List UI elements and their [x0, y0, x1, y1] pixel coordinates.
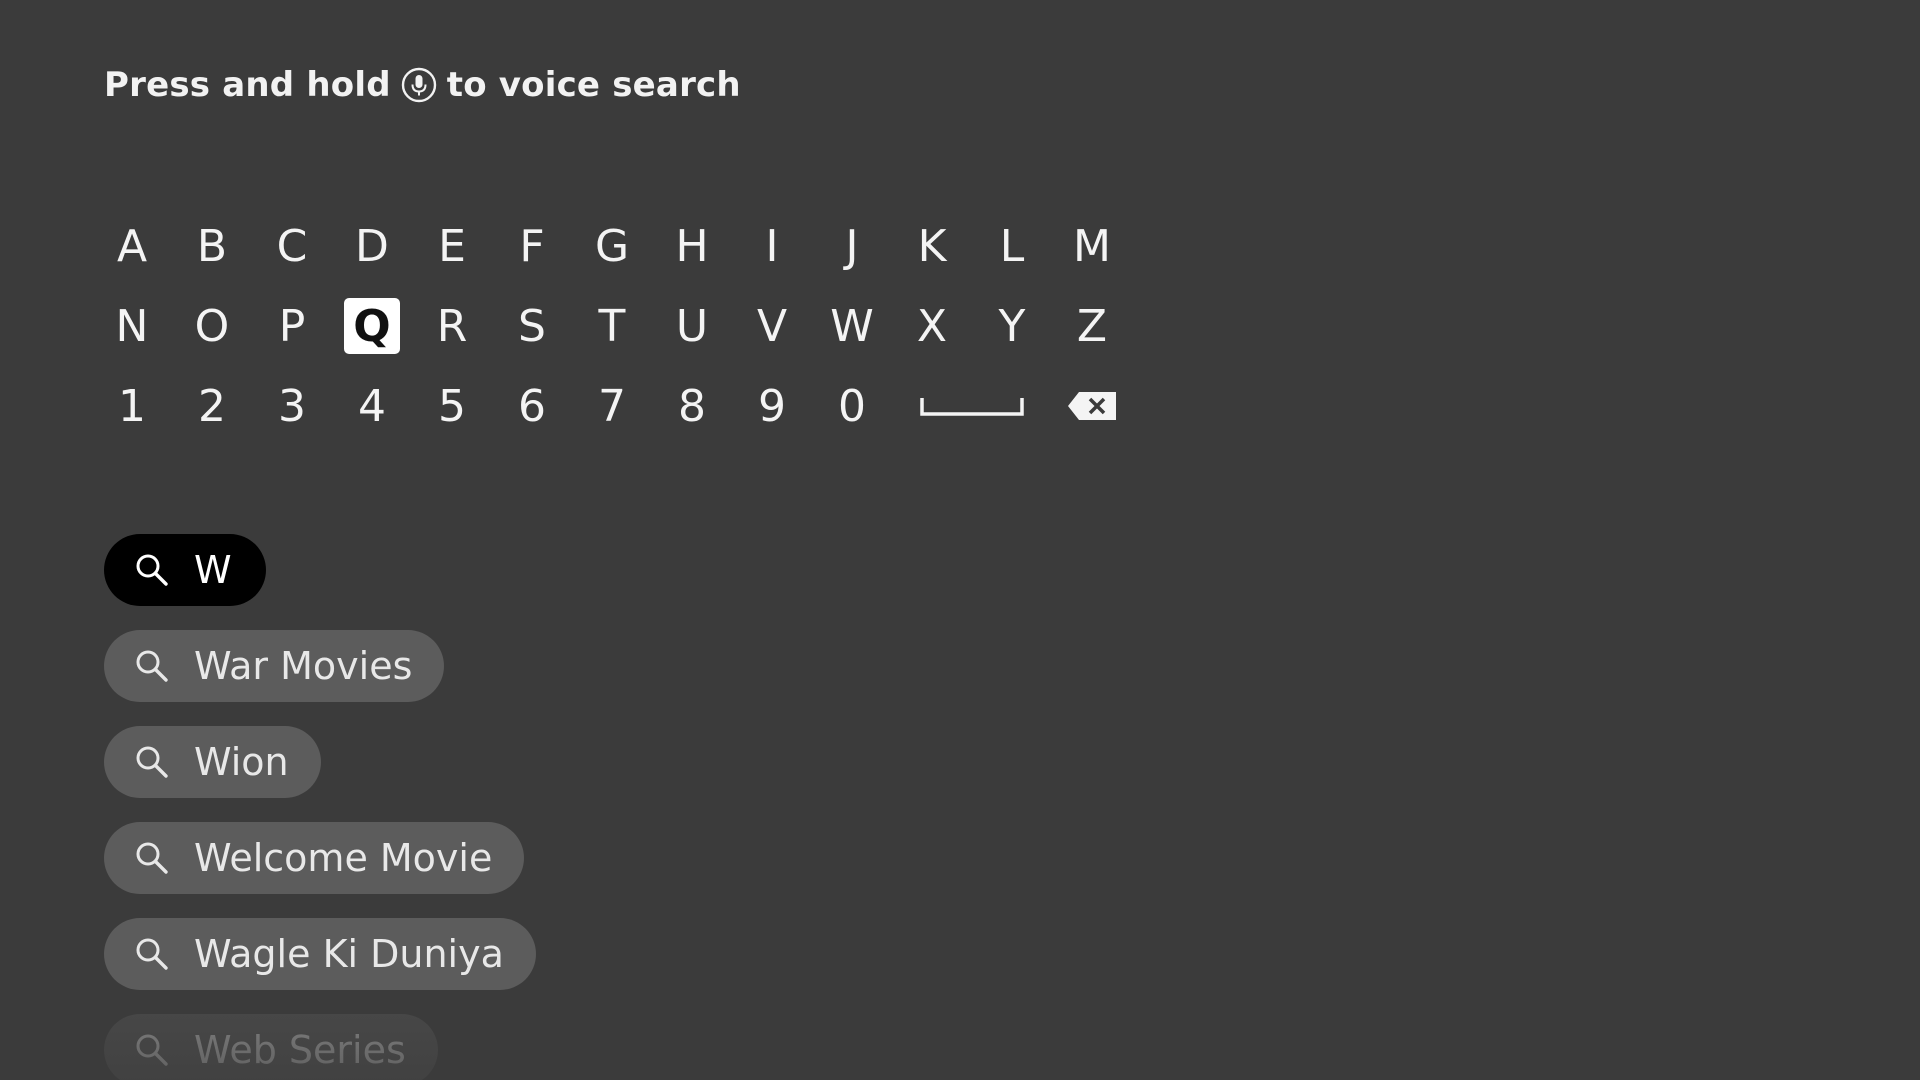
on-screen-keyboard: A B C D E F G H I J K L M N O P Q R S T … — [104, 206, 1144, 446]
key-2[interactable]: 2 — [184, 378, 240, 434]
key-w[interactable]: W — [824, 298, 880, 354]
key-a[interactable]: A — [104, 218, 160, 274]
key-b[interactable]: B — [184, 218, 240, 274]
suggestion-label: Welcome Movie — [194, 836, 493, 880]
key-q-selected[interactable]: Q — [344, 298, 400, 354]
key-5[interactable]: 5 — [424, 378, 480, 434]
suggestion-label: Web Series — [194, 1028, 406, 1072]
suggestion-label: Wagle Ki Duniya — [194, 932, 504, 976]
search-icon — [134, 552, 170, 588]
key-1[interactable]: 1 — [104, 378, 160, 434]
hint-text-before: Press and hold — [104, 65, 391, 105]
key-c[interactable]: C — [264, 218, 320, 274]
suggestion-label: Wion — [194, 740, 289, 784]
search-query-field[interactable]: W — [104, 534, 266, 606]
space-key[interactable] — [904, 378, 1040, 434]
key-x[interactable]: X — [904, 298, 960, 354]
space-bar-icon — [920, 398, 1024, 416]
search-icon — [134, 936, 170, 972]
key-r[interactable]: R — [424, 298, 480, 354]
hint-text-after: to voice search — [446, 65, 741, 105]
suggestion-item[interactable]: War Movies — [104, 630, 445, 702]
key-t[interactable]: T — [584, 298, 640, 354]
key-o[interactable]: O — [184, 298, 240, 354]
key-u[interactable]: U — [664, 298, 720, 354]
search-icon — [134, 648, 170, 684]
suggestion-item[interactable]: Wagle Ki Duniya — [104, 918, 536, 990]
key-h[interactable]: H — [664, 218, 720, 274]
suggestion-item[interactable]: Web Series — [104, 1014, 438, 1080]
search-suggestions: W War Movies Wion Welcome Movie Wagle Ki… — [104, 534, 536, 1080]
key-7[interactable]: 7 — [584, 378, 640, 434]
keyboard-row-1: A B C D E F G H I J K L M — [104, 206, 1144, 286]
suggestion-item[interactable]: Welcome Movie — [104, 822, 525, 894]
key-m[interactable]: M — [1064, 218, 1120, 274]
key-p[interactable]: P — [264, 298, 320, 354]
voice-search-hint: Press and hold to voice search — [104, 58, 741, 112]
key-v[interactable]: V — [744, 298, 800, 354]
key-f[interactable]: F — [504, 218, 560, 274]
key-6[interactable]: 6 — [504, 378, 560, 434]
suggestion-item[interactable]: Wion — [104, 726, 321, 798]
suggestion-label: War Movies — [194, 644, 413, 688]
key-4[interactable]: 4 — [344, 378, 400, 434]
key-z[interactable]: Z — [1064, 298, 1120, 354]
key-8[interactable]: 8 — [664, 378, 720, 434]
key-g[interactable]: G — [584, 218, 640, 274]
key-3[interactable]: 3 — [264, 378, 320, 434]
key-s[interactable]: S — [504, 298, 560, 354]
key-i[interactable]: I — [744, 218, 800, 274]
backspace-key[interactable] — [1064, 378, 1120, 434]
search-icon — [134, 840, 170, 876]
key-e[interactable]: E — [424, 218, 480, 274]
key-9[interactable]: 9 — [744, 378, 800, 434]
keyboard-row-3: 1 2 3 4 5 6 7 8 9 0 — [104, 366, 1144, 446]
search-icon — [134, 744, 170, 780]
keyboard-row-2: N O P Q R S T U V W X Y Z — [104, 286, 1144, 366]
key-l[interactable]: L — [984, 218, 1040, 274]
key-j[interactable]: J — [824, 218, 880, 274]
key-n[interactable]: N — [104, 298, 160, 354]
microphone-icon — [401, 67, 437, 103]
key-0[interactable]: 0 — [824, 378, 880, 434]
key-k[interactable]: K — [904, 218, 960, 274]
backspace-icon — [1068, 392, 1116, 420]
search-icon — [134, 1032, 170, 1068]
key-d[interactable]: D — [344, 218, 400, 274]
voice-search-screen: Press and hold to voice search A B C D E… — [0, 0, 1920, 1080]
key-y[interactable]: Y — [984, 298, 1040, 354]
search-query-text: W — [194, 548, 232, 592]
